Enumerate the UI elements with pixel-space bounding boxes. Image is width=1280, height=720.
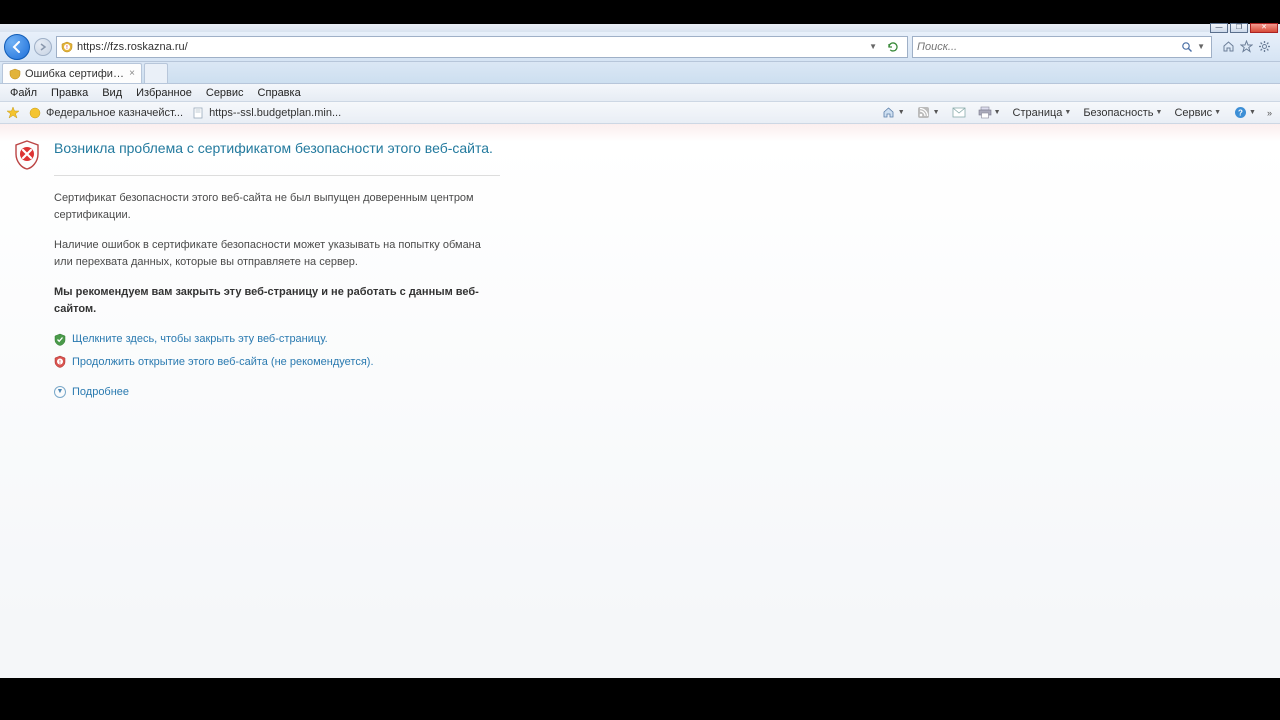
refresh-icon — [887, 41, 899, 53]
command-bar-overflow[interactable]: » — [1265, 108, 1274, 118]
shield-error-icon — [14, 140, 40, 170]
forward-button[interactable] — [34, 38, 52, 56]
cert-error-title: Возникла проблема с сертификатом безопас… — [54, 138, 614, 159]
search-bar[interactable]: ▼ — [912, 36, 1212, 58]
arrow-right-icon — [39, 43, 47, 51]
globe-icon — [28, 106, 42, 120]
search-icon[interactable] — [1179, 41, 1195, 53]
cmd-safety-label: Безопасность — [1083, 107, 1153, 119]
tab-cert-warning-icon — [9, 68, 21, 80]
menu-help[interactable]: Справка — [252, 86, 307, 100]
search-dropdown-icon[interactable]: ▼ — [1195, 42, 1207, 51]
cmd-page-button[interactable]: Страница▼ — [1010, 106, 1075, 120]
menu-tools[interactable]: Сервис — [200, 86, 250, 100]
address-dropdown-icon[interactable]: ▼ — [867, 42, 879, 51]
letterbox-top — [0, 0, 1280, 24]
cmd-safety-button[interactable]: Безопасность▼ — [1080, 106, 1165, 120]
cert-error-recommendation: Мы рекомендуем вам закрыть эту веб-стран… — [54, 284, 494, 317]
close-window-button[interactable]: ✕ — [1250, 23, 1278, 33]
url-input[interactable] — [77, 41, 863, 53]
certificate-error-panel: Возникла проблема с сертификатом безопас… — [14, 138, 614, 401]
favorite-link-2-label: https--ssl.budgetplan.min... — [209, 107, 341, 119]
menu-view[interactable]: Вид — [96, 86, 128, 100]
cmd-service-button[interactable]: Сервис▼ — [1171, 106, 1224, 120]
tools-gear-icon[interactable] — [1256, 39, 1272, 55]
rss-icon — [917, 106, 931, 120]
cmd-print-button[interactable]: ▼ — [975, 105, 1004, 121]
svg-text:?: ? — [1238, 109, 1243, 118]
home-icon[interactable] — [1220, 39, 1236, 55]
tab-title: Ошибка сертификата: пе... — [25, 68, 125, 80]
cmd-page-label: Страница — [1013, 107, 1063, 119]
continue-row: ! Продолжить открытие этого веб-сайта (н… — [54, 354, 614, 371]
cert-error-paragraph-2: Наличие ошибок в сертификате безопасност… — [54, 237, 494, 270]
mail-icon — [952, 106, 966, 120]
active-tab[interactable]: Ошибка сертификата: пе... × — [2, 63, 142, 83]
menu-edit[interactable]: Правка — [45, 86, 94, 100]
home-icon — [882, 106, 896, 120]
cmd-feeds-button[interactable]: ▼ — [914, 105, 943, 121]
back-button[interactable] — [4, 34, 30, 60]
window-titlebar: — ❐ ✕ — [0, 24, 1280, 32]
favorite-link-1-label: Федеральное казначейст... — [46, 107, 183, 119]
close-page-row: Щелкните здесь, чтобы закрыть эту веб-ст… — [54, 331, 614, 348]
shield-warn-icon: ! — [54, 356, 66, 368]
cmd-mail-button[interactable] — [949, 105, 969, 121]
certificate-warning-icon: ! — [61, 41, 73, 53]
favorites-bar: Федеральное казначейст... https--ssl.bud… — [0, 102, 1280, 124]
favorites-links: Федеральное казначейст... https--ssl.bud… — [6, 106, 341, 120]
minimize-button[interactable]: — — [1210, 23, 1228, 33]
divider — [54, 175, 500, 176]
expand-icon[interactable]: ▼ — [54, 386, 66, 398]
menu-bar: Файл Правка Вид Избранное Сервис Справка — [0, 84, 1280, 102]
cmd-help-button[interactable]: ?▼ — [1230, 105, 1259, 121]
refresh-button[interactable] — [883, 37, 903, 57]
new-tab-button[interactable] — [144, 63, 168, 83]
page-content: Возникла проблема с сертификатом безопас… — [0, 124, 1280, 678]
page-icon — [191, 106, 205, 120]
menu-favorites[interactable]: Избранное — [130, 86, 198, 100]
search-input[interactable] — [917, 41, 1179, 53]
add-favorite-icon[interactable] — [6, 106, 20, 120]
command-bar: ▼ ▼ ▼ Страница▼ Безопасность▼ Сервис▼ ?▼… — [879, 105, 1274, 121]
cert-error-paragraph-1: Сертификат безопасности этого веб-сайта … — [54, 190, 494, 223]
window-controls: — ❐ ✕ — [1210, 23, 1278, 33]
arrow-left-icon — [11, 41, 23, 53]
address-bar[interactable]: ! ▼ — [56, 36, 908, 58]
menu-file[interactable]: Файл — [4, 86, 43, 100]
maximize-button[interactable]: ❐ — [1230, 23, 1248, 33]
favorite-link-2[interactable]: https--ssl.budgetplan.min... — [191, 106, 341, 120]
more-info-row: ▼ Подробнее — [54, 384, 614, 401]
tab-strip: Ошибка сертификата: пе... × — [0, 62, 1280, 84]
tab-close-button[interactable]: × — [129, 68, 135, 79]
nav-right-icons — [1216, 39, 1276, 55]
cmd-home-button[interactable]: ▼ — [879, 105, 908, 121]
letterbox-bottom — [0, 678, 1280, 720]
printer-icon — [978, 106, 992, 120]
browser-window: — ❐ ✕ ! ▼ ▼ — [0, 24, 1280, 678]
navigation-bar: ! ▼ ▼ — [0, 32, 1280, 62]
more-info-link[interactable]: Подробнее — [72, 384, 129, 401]
continue-link[interactable]: Продолжить открытие этого веб-сайта (не … — [72, 354, 374, 371]
help-icon: ? — [1233, 106, 1247, 120]
shield-ok-icon — [54, 333, 66, 345]
close-page-link[interactable]: Щелкните здесь, чтобы закрыть эту веб-ст… — [72, 331, 328, 348]
cmd-service-label: Сервис — [1174, 107, 1212, 119]
favorites-star-icon[interactable] — [1238, 39, 1254, 55]
favorite-link-1[interactable]: Федеральное казначейст... — [28, 106, 183, 120]
certificate-error-body: Возникла проблема с сертификатом безопас… — [54, 138, 614, 401]
